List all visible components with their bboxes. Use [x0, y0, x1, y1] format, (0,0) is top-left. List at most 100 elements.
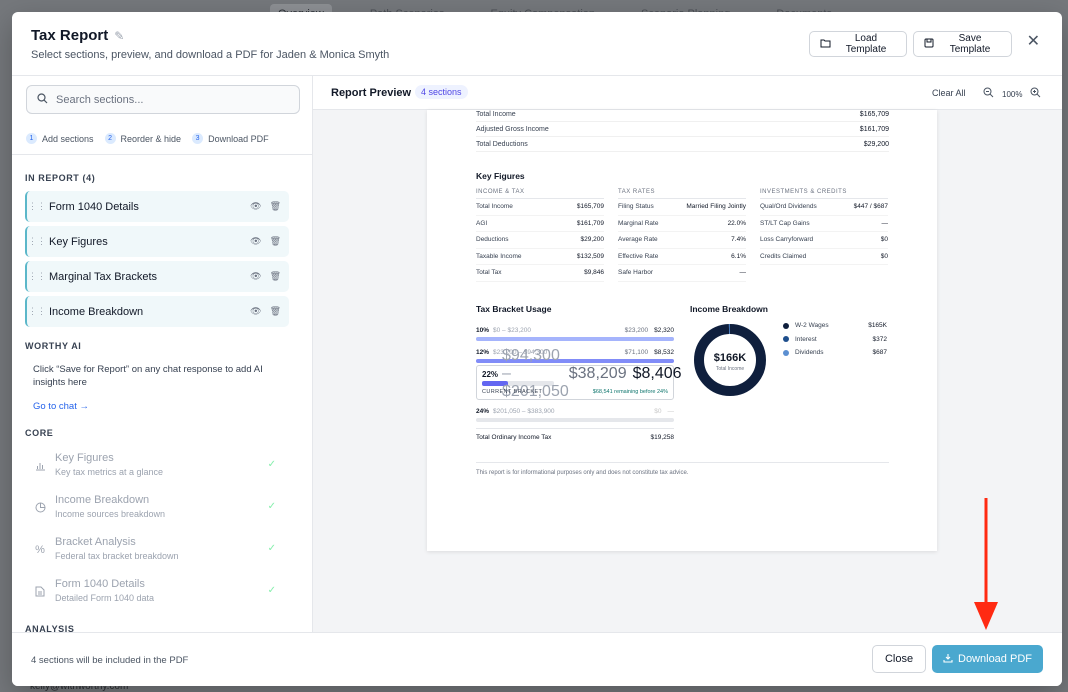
key-value: $161,709	[576, 219, 604, 227]
core-item-subtitle: Detailed Form 1040 data	[55, 593, 155, 603]
bracket-title: Tax Bracket Usage	[476, 304, 552, 314]
core-item-bracket-analysis[interactable]: % Bracket Analysis Federal tax bracket b…	[34, 536, 284, 572]
key-column-income: INCOME & TAX Total Income $165,709 AGI $16…	[476, 189, 604, 282]
key-label: Qual/Ord Dividends	[760, 203, 817, 211]
bracket-range: $0 – $23,200	[493, 327, 531, 334]
key-row: Qual/Ord Dividends $447 / $687	[760, 199, 888, 216]
income-donut-chart: $166K Total Income	[694, 324, 766, 396]
step-label: Download PDF	[208, 133, 269, 144]
step-number: 3	[192, 133, 204, 144]
bracket-tax: —	[667, 408, 675, 415]
bracket-rate: 10%	[476, 327, 490, 334]
zoom-level: 100%	[1002, 89, 1023, 99]
save-icon	[924, 38, 934, 51]
close-button[interactable]: Close	[872, 645, 926, 673]
key-figures-grid: INCOME & TAX Total Income $165,709 AGI $16…	[476, 189, 889, 289]
key-value: 6.1%	[731, 252, 746, 260]
table-row: Adjusted Gross Income $161,709	[476, 122, 889, 137]
download-pdf-button[interactable]: Download PDF	[932, 645, 1043, 673]
column-header: INCOME & TAX	[476, 189, 604, 199]
summary-table: Total Income $165,709 Adjusted Gross Inco…	[476, 107, 889, 152]
key-row: Total Tax $9,846	[476, 265, 604, 282]
key-label: Credits Claimed	[760, 252, 807, 260]
legend-item: Interest $372	[783, 333, 887, 347]
row-label: Adjusted Gross Income	[476, 125, 549, 133]
donut-total-value: $166K	[714, 352, 746, 364]
trash-icon[interactable]: 🗑	[270, 201, 281, 212]
key-label: Loss Carryforward	[760, 236, 814, 244]
bracket-tax: $2,320	[654, 327, 674, 334]
core-item-subtitle: Income sources breakdown	[55, 509, 166, 519]
drag-handle-icon[interactable]: ⋮⋮	[27, 236, 47, 247]
check-icon: ✓	[267, 543, 276, 554]
report-page: Total Income $165,709 Adjusted Gross Inco…	[427, 110, 937, 551]
in-report-heading: IN REPORT (4)	[25, 173, 96, 183]
legend-dot	[783, 349, 789, 356]
row-label: Total Income	[476, 110, 516, 118]
key-value: $447 / $687	[853, 203, 888, 211]
key-label: Total Income	[476, 203, 513, 211]
workflow-steps: 1 Add sections 2 Reorder & hide 3 Download …	[26, 133, 269, 144]
bracket-rate: 12%	[476, 349, 490, 356]
disclaimer-divider	[476, 462, 889, 463]
legend-dot	[783, 336, 789, 343]
trash-icon[interactable]: 🗑	[270, 271, 281, 282]
eye-icon[interactable]: 👁	[250, 201, 261, 212]
preview-title: Report Preview	[331, 87, 412, 99]
key-label: Total Tax	[476, 269, 502, 277]
report-item-form-1040[interactable]: ⋮⋮ Form 1040 Details 👁 🗑	[25, 191, 289, 222]
report-item-key-figures[interactable]: ⋮⋮ Key Figures 👁 🗑	[25, 226, 289, 257]
drag-handle-icon[interactable]: ⋮⋮	[27, 201, 47, 212]
eye-icon[interactable]: 👁	[250, 271, 261, 282]
report-item-income-breakdown[interactable]: ⋮⋮ Income Breakdown 👁 🗑	[25, 296, 289, 327]
report-item-marginal-brackets[interactable]: ⋮⋮ Marginal Tax Brackets 👁 🗑	[25, 261, 289, 292]
bar-chart-icon	[34, 460, 46, 474]
zoom-out-icon[interactable]	[983, 87, 994, 101]
zoom-in-icon[interactable]	[1030, 87, 1041, 101]
key-value: —	[739, 269, 747, 277]
report-preview-pane: Report Preview 4 sections Clear All 100%…	[313, 76, 1062, 632]
bracket-tax: $8,406	[632, 365, 682, 382]
current-bracket-label: CURRENT BRACKET	[482, 389, 543, 395]
pencil-icon[interactable]: ✎	[114, 29, 124, 43]
key-value: $29,200	[580, 236, 605, 244]
drag-handle-icon[interactable]: ⋮⋮	[27, 306, 47, 317]
divider	[12, 154, 312, 155]
key-label: AGI	[476, 219, 488, 227]
key-row: Marginal Rate 22.0%	[618, 216, 746, 232]
red-arrow-annotation	[974, 498, 998, 630]
download-pdf-label: Download PDF	[958, 653, 1032, 665]
load-template-button[interactable]: Load Template	[809, 31, 907, 57]
modal-title: Tax Report ✎	[31, 27, 124, 44]
search-box[interactable]	[26, 85, 300, 114]
legend-label: Dividends	[795, 349, 824, 357]
step-3: 3 Download PDF	[192, 133, 269, 144]
bracket-and-income-section: Tax Bracket Usage 10% $0 – $23,200 $23,200…	[476, 304, 889, 464]
bracket-track	[476, 418, 674, 422]
close-icon[interactable]: ✕	[1027, 34, 1040, 50]
drag-handle-icon[interactable]: ⋮⋮	[27, 271, 47, 282]
save-template-button[interactable]: Save Template	[913, 31, 1012, 57]
step-label: Add sections	[42, 133, 94, 144]
core-item-income-breakdown[interactable]: Income Breakdown Income sources breakdow…	[34, 494, 284, 530]
clear-all-button[interactable]: Clear All	[932, 88, 966, 98]
key-value: —	[881, 219, 889, 227]
trash-icon[interactable]: 🗑	[270, 306, 281, 317]
go-to-chat-link[interactable]: Go to chat →	[33, 401, 89, 412]
key-label: Safe Harbor	[618, 269, 654, 277]
key-label: Deductions	[476, 236, 509, 244]
modal-header: Tax Report ✎ Select sections, preview, a…	[12, 12, 1062, 76]
eye-icon[interactable]: 👁	[250, 306, 261, 317]
legend-label: W-2 Wages	[795, 322, 829, 330]
core-item-key-figures[interactable]: Key Figures Key tax metrics at a glance …	[34, 452, 284, 488]
search-input[interactable]	[56, 93, 276, 106]
core-item-title: Form 1040 Details	[55, 578, 145, 590]
eye-icon[interactable]: 👁	[250, 236, 261, 247]
total-ordinary-value: $19,258	[650, 434, 675, 441]
percent-icon: %	[35, 544, 45, 556]
core-item-form-1040[interactable]: Form 1040 Details Detailed Form 1040 dat…	[34, 578, 284, 614]
trash-icon[interactable]: 🗑	[270, 236, 281, 247]
report-item-label: Marginal Tax Brackets	[49, 270, 158, 283]
save-template-label: Save Template	[949, 33, 991, 55]
key-row: Average Rate 7.4%	[618, 232, 746, 249]
